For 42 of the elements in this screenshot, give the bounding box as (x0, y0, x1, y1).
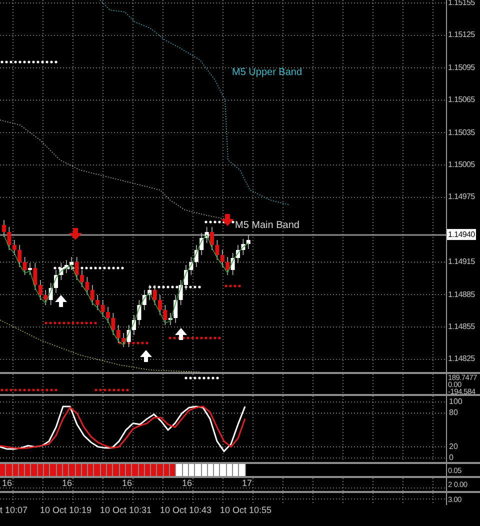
resistance-dots (54, 266, 124, 270)
signal-dots (0, 388, 58, 392)
resistance-dots (148, 286, 201, 288)
support-dots (118, 342, 148, 344)
price-label: 1.15095 (448, 64, 475, 72)
time-label: 10 Oct 10:19 (40, 506, 92, 515)
up-arrow-icon (140, 350, 152, 362)
support-dots (168, 336, 221, 340)
down-arrow-icon (221, 214, 234, 226)
price-label: 1.15125 (448, 31, 475, 40)
signal-dots (94, 388, 129, 392)
day-label: 16 (62, 479, 72, 488)
band-label: M5 Upper Band (232, 68, 302, 78)
axis-label: 0 (449, 454, 454, 462)
day-label: 16 (182, 479, 192, 488)
axis-label: 20 (449, 442, 458, 451)
axis-label: 80 (449, 409, 458, 418)
down-arrow-icon (69, 228, 82, 240)
support-dots (224, 284, 241, 288)
up-arrow-icon (175, 328, 187, 340)
time-label: 10 Oct 10:55 (220, 506, 272, 515)
day-label: 17 (242, 479, 252, 488)
price-label: 1.15065 (448, 96, 475, 104)
price-label: 1.14885 (448, 290, 475, 299)
time-label: t 10:07 (0, 506, 28, 515)
resistance-dots (0, 60, 58, 64)
price-label: 1.14915 (448, 258, 475, 266)
time-label: 10 Oct 10:31 (100, 506, 152, 515)
price-label: 1.14855 (448, 323, 475, 331)
price-label: 1.15005 (448, 161, 475, 169)
day-label: 16 (122, 479, 132, 488)
axis-label: 100 (449, 398, 462, 406)
current-price-label: 1.14940 (447, 229, 476, 240)
band-label: M5 Main Band (235, 221, 300, 231)
price-label: 1.14825 (448, 355, 475, 364)
support-dots (44, 322, 97, 324)
day-label: 16 (2, 479, 12, 488)
time-label: 10 Oct 10:43 (160, 506, 212, 515)
signal-dots (184, 376, 219, 380)
price-label: 1.15035 (448, 128, 475, 137)
price-label: 1.14975 (448, 193, 475, 202)
up-arrow-icon (55, 295, 67, 307)
